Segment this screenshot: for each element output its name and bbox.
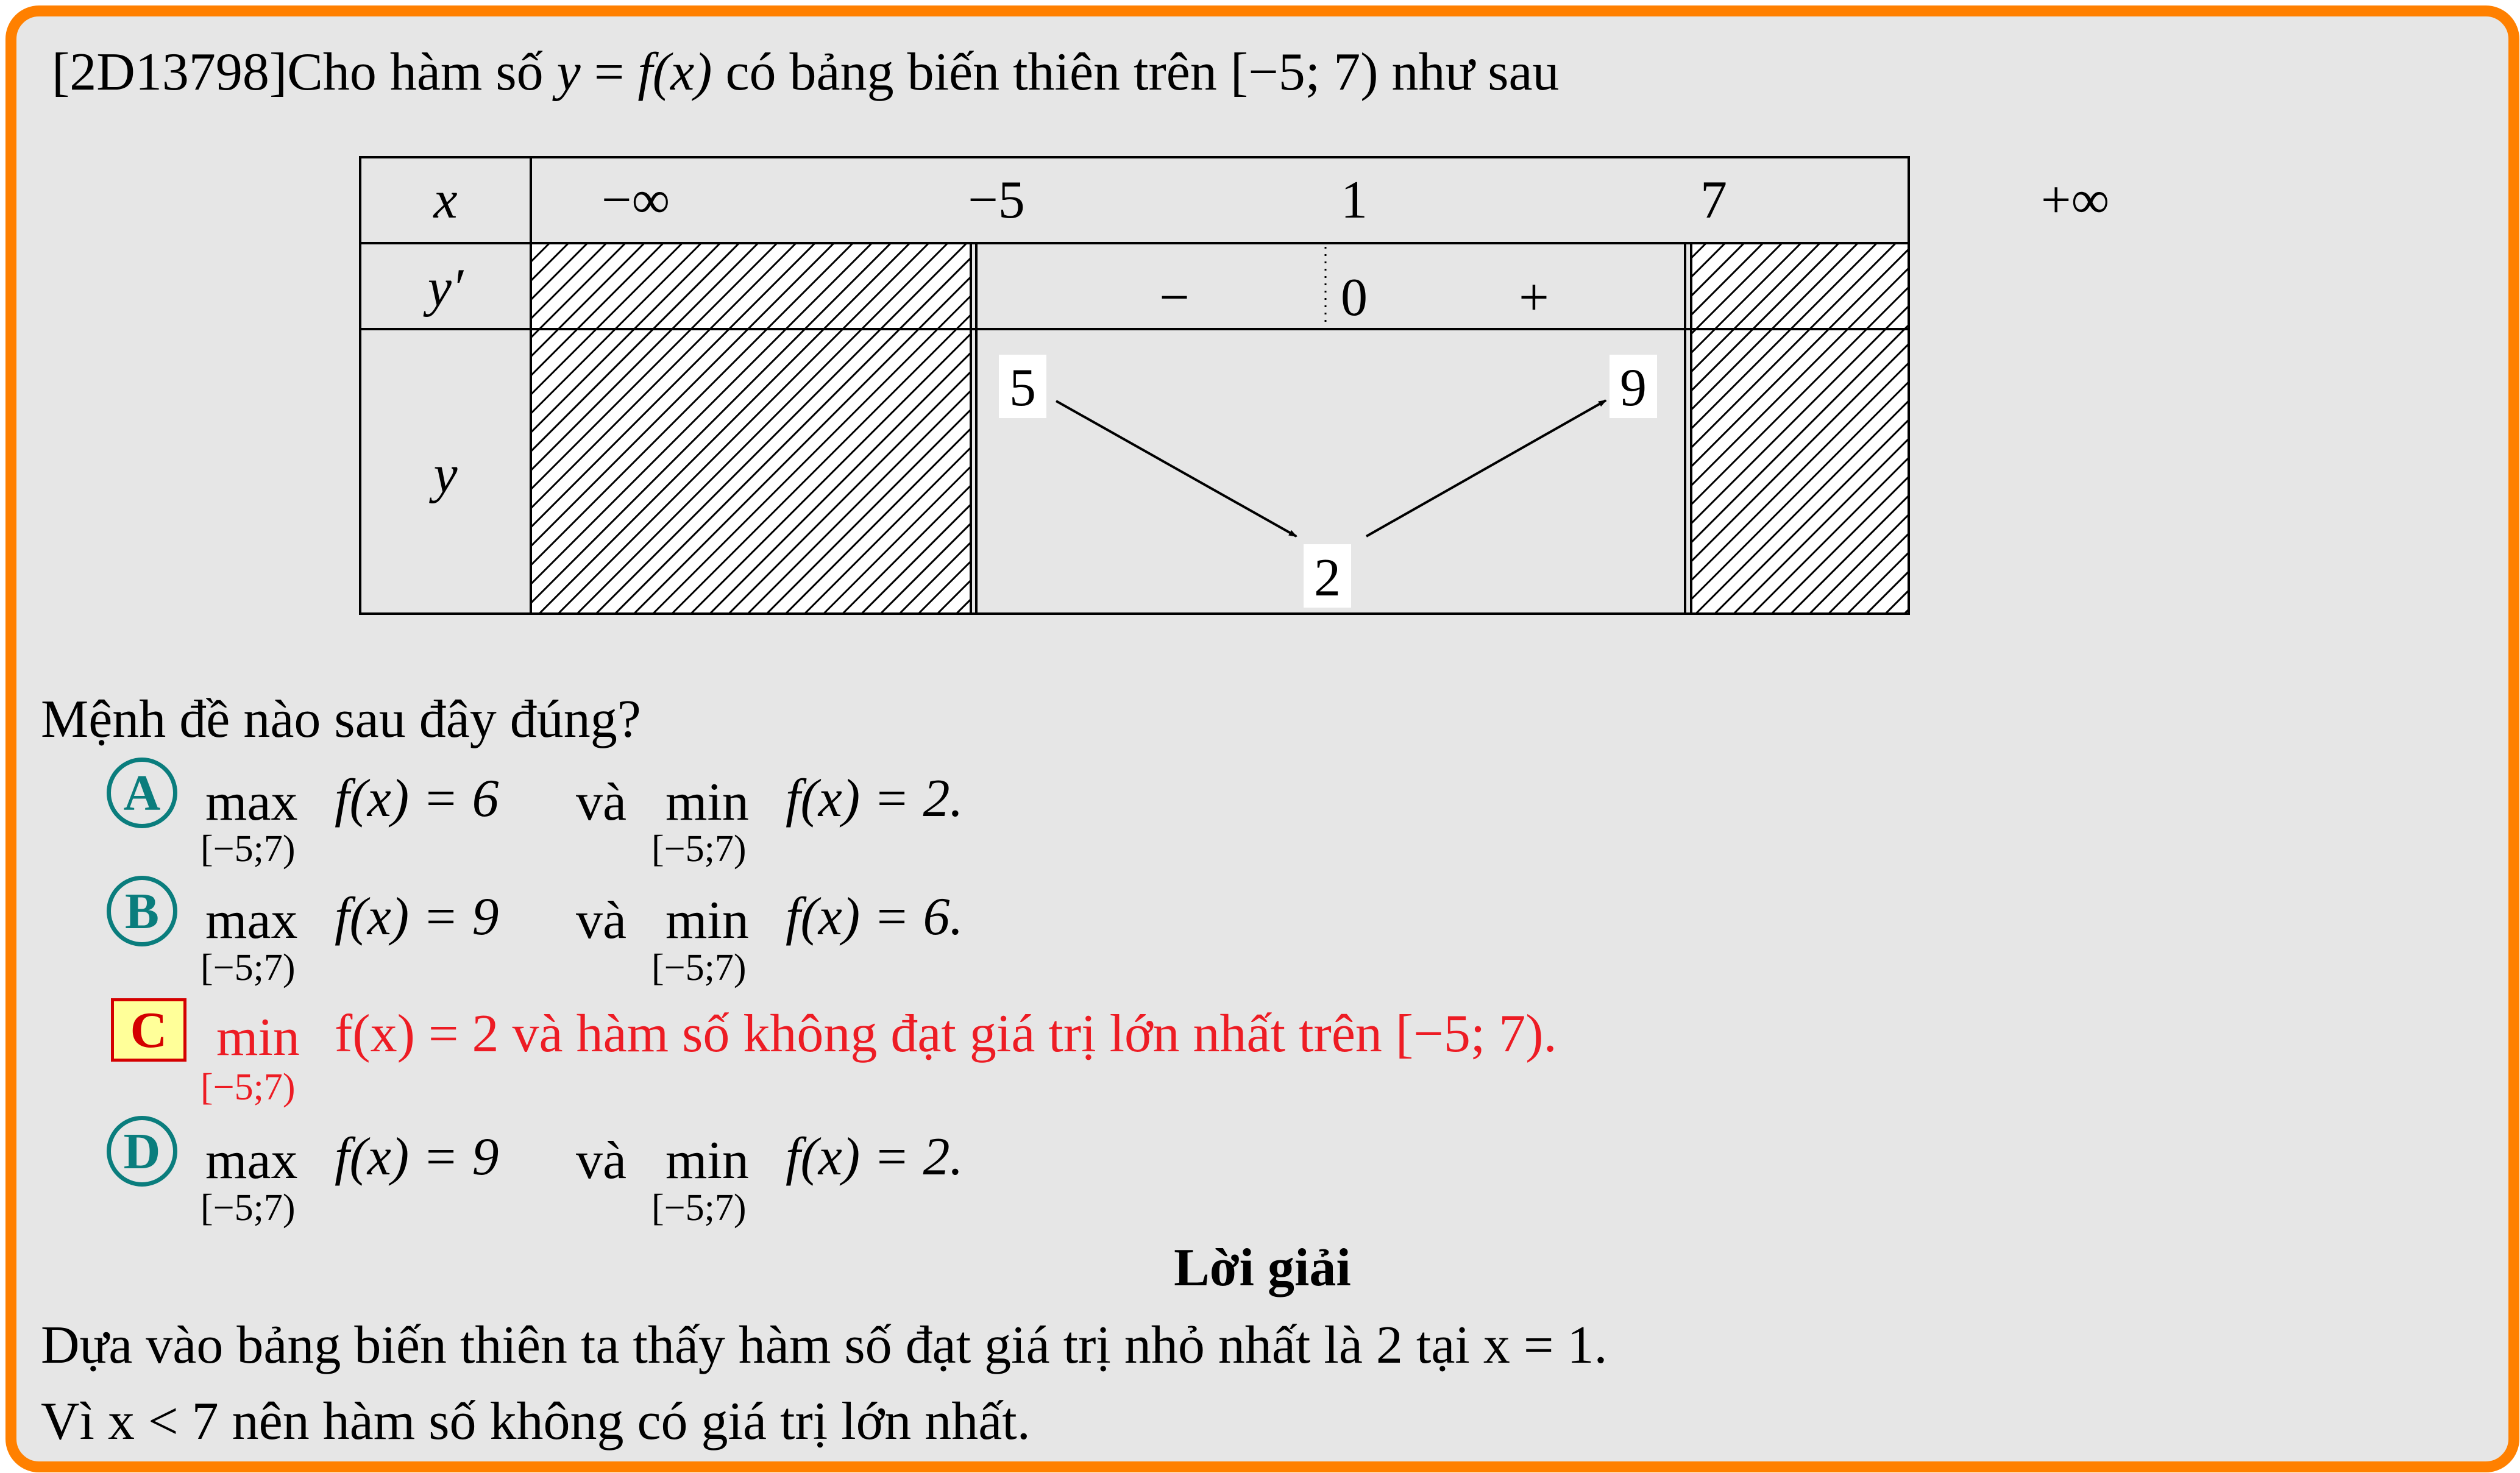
option-d-op2: min xyxy=(665,1131,749,1190)
option-d-sub1: [−5;7) xyxy=(201,1187,296,1229)
arrow-decreasing xyxy=(1056,400,1297,538)
option-d-eq1: f(x) = 9 xyxy=(335,1127,499,1187)
y-value-bottom: 2 xyxy=(1314,548,1341,608)
solution-line-2: Vì x < 7 nên hàm số không có giá trị lớn… xyxy=(41,1392,1031,1451)
x-value-1: 1 xyxy=(1341,171,1368,230)
option-c-op1: min xyxy=(216,1008,300,1067)
x-value-pos-inf: +∞ xyxy=(2041,171,2109,230)
y-value-right: 9 xyxy=(1620,358,1647,417)
option-d-marker[interactable]: D xyxy=(107,1116,177,1187)
x-value-neg5: −5 xyxy=(968,171,1025,230)
sign-minus: − xyxy=(1159,268,1190,327)
y-value-left: 5 xyxy=(1009,358,1036,417)
sign-zero: 0 xyxy=(1341,268,1368,327)
solution-line-1: Dựa vào bảng biến thiên ta thấy hàm số đ… xyxy=(41,1316,1608,1375)
question-prompt: Mệnh đề nào sau đây đúng? xyxy=(41,690,641,749)
sign-plus: + xyxy=(1519,268,1549,327)
option-b-marker[interactable]: B xyxy=(107,876,177,946)
option-a-op2: min xyxy=(665,773,749,832)
x-value-7: 7 xyxy=(1700,171,1727,230)
option-d-conj: và xyxy=(576,1131,627,1190)
hatch-left xyxy=(531,243,971,614)
option-d-eq2: f(x) = 2. xyxy=(786,1127,964,1187)
option-a-marker[interactable]: A xyxy=(107,758,177,828)
option-a-eq1: f(x) = 6 xyxy=(335,769,499,828)
option-b-sub2: [−5;7) xyxy=(651,947,747,989)
option-a-conj: và xyxy=(576,773,627,832)
option-b-eq1: f(x) = 9 xyxy=(335,887,499,946)
option-c-sub1: [−5;7) xyxy=(201,1067,296,1108)
option-c-text: f(x) = 2 và hàm số không đạt giá trị lớn… xyxy=(335,1004,1557,1063)
row-label-x: x xyxy=(432,171,457,230)
option-b-op1: max xyxy=(205,891,298,950)
arrow-increasing xyxy=(1366,399,1607,538)
option-b-eq2: f(x) = 6. xyxy=(786,887,964,946)
option-a-op1: max xyxy=(205,773,298,832)
option-b-conj: và xyxy=(576,891,627,950)
option-b-sub1: [−5;7) xyxy=(201,947,296,989)
option-a-sub1: [−5;7) xyxy=(201,828,296,870)
option-a-eq2: f(x) = 2. xyxy=(786,769,964,828)
row-label-y: y xyxy=(428,445,458,504)
row-label-dy: y′ xyxy=(423,258,464,318)
hatch-right xyxy=(1691,243,1909,614)
option-d-sub2: [−5;7) xyxy=(651,1187,747,1229)
option-b-op2: min xyxy=(665,891,749,950)
option-d-op1: max xyxy=(205,1131,298,1190)
option-c-marker[interactable]: C xyxy=(111,998,186,1062)
question-card: [2D13798]Cho hàm số y = f(x) có bảng biế… xyxy=(5,5,2519,1472)
x-value-neg-inf: −∞ xyxy=(602,171,670,230)
option-a-sub2: [−5;7) xyxy=(651,828,747,870)
solution-heading: Lời giải xyxy=(1174,1238,1351,1297)
